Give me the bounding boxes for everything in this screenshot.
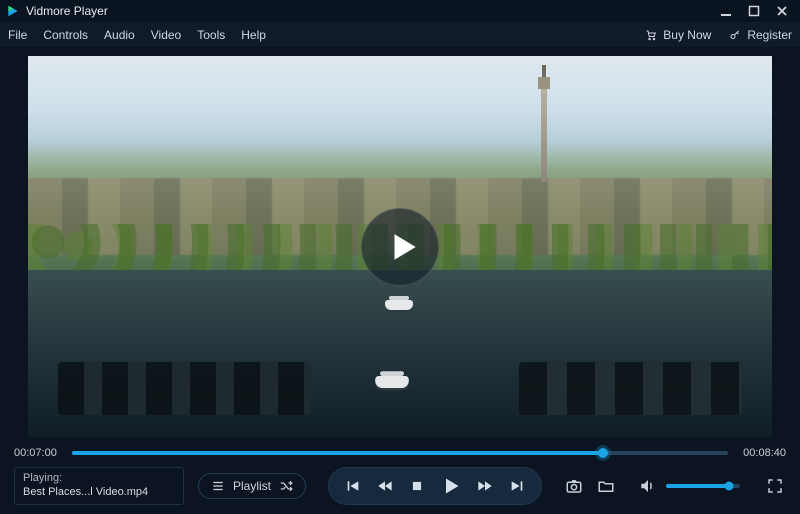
register-label: Register — [747, 28, 792, 42]
minimize-button[interactable] — [718, 3, 734, 19]
play-button[interactable] — [437, 472, 465, 500]
video-thumb-boats-left — [58, 362, 311, 415]
menu-item-tools[interactable]: Tools — [197, 28, 225, 42]
controls-bar: Playing: Best Places...l Video.mp4 Playl… — [0, 464, 800, 514]
previous-button[interactable] — [341, 474, 365, 498]
video-area — [0, 48, 800, 442]
seek-bar-fill — [72, 451, 603, 455]
fullscreen-button[interactable] — [764, 475, 786, 497]
volume-knob[interactable] — [724, 482, 733, 491]
key-icon — [729, 29, 741, 41]
time-total: 00:08:40 — [738, 447, 786, 459]
maximize-button[interactable] — [746, 3, 762, 19]
fast-forward-button[interactable] — [473, 474, 497, 498]
video-thumb-boats-right — [519, 362, 742, 415]
seek-bar[interactable] — [72, 451, 728, 455]
window-controls — [718, 3, 796, 19]
menu-item-file[interactable]: File — [8, 28, 27, 42]
playlist-label: Playlist — [233, 479, 271, 493]
buy-now-button[interactable]: Buy Now — [645, 28, 711, 42]
menu-item-controls[interactable]: Controls — [43, 28, 88, 42]
now-playing-panel: Playing: Best Places...l Video.mp4 — [14, 467, 184, 505]
menu-icon — [211, 479, 225, 493]
capture-open-group — [564, 476, 616, 496]
menu-item-audio[interactable]: Audio — [104, 28, 135, 42]
rewind-button[interactable] — [373, 474, 397, 498]
app-title: Vidmore Player — [26, 4, 108, 18]
stop-button[interactable] — [405, 474, 429, 498]
volume-button[interactable] — [638, 476, 658, 496]
progress-row: 00:07:00 00:08:40 — [0, 442, 800, 464]
shuffle-icon — [279, 479, 293, 493]
seek-bar-knob[interactable] — [598, 448, 608, 458]
close-button[interactable] — [774, 3, 790, 19]
volume-fill — [666, 484, 729, 488]
cart-icon — [645, 29, 657, 41]
menu-item-help[interactable]: Help — [241, 28, 266, 42]
video-thumb-boat — [375, 376, 409, 388]
video-thumb-boat — [385, 300, 413, 310]
video-frame[interactable] — [28, 56, 772, 438]
transport-controls — [328, 467, 542, 505]
play-overlay-button[interactable] — [361, 208, 439, 286]
play-icon — [386, 230, 420, 264]
app-logo-icon — [6, 4, 20, 18]
buy-now-label: Buy Now — [663, 28, 711, 42]
register-button[interactable]: Register — [729, 28, 792, 42]
menu-right: Buy Now Register — [645, 28, 792, 42]
next-button[interactable] — [505, 474, 529, 498]
now-playing-label: Playing: — [23, 472, 175, 486]
open-file-button[interactable] — [596, 476, 616, 496]
video-thumb-tower — [541, 87, 547, 183]
menu-bar: File Controls Audio Video Tools Help Buy… — [0, 22, 800, 48]
menu-item-video[interactable]: Video — [151, 28, 181, 42]
time-current: 00:07:00 — [14, 447, 62, 459]
now-playing-filename: Best Places...l Video.mp4 — [23, 486, 175, 500]
snapshot-button[interactable] — [564, 476, 584, 496]
volume-group — [638, 476, 740, 496]
playlist-button[interactable]: Playlist — [198, 473, 306, 499]
menu-left: File Controls Audio Video Tools Help — [8, 28, 266, 42]
volume-slider[interactable] — [666, 484, 740, 488]
title-bar: Vidmore Player — [0, 0, 800, 22]
